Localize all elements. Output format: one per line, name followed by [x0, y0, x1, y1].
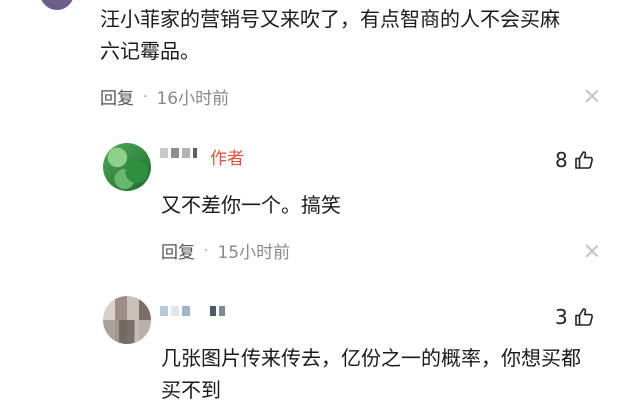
- like-count: 8: [555, 148, 568, 172]
- separator-dot: ·: [143, 88, 148, 105]
- reply-button[interactable]: 回复: [161, 238, 195, 263]
- comment-text: 几张图片传来传去，亿份之一的概率，你想买都 买不到: [161, 342, 621, 403]
- comment-meta: 回复 · 15小时前: [161, 238, 291, 264]
- comment-text: 又不差你一个。搞笑: [161, 193, 341, 217]
- comment-time: 15小时前: [217, 243, 291, 263]
- close-icon[interactable]: [585, 89, 599, 103]
- like-count: 3: [555, 305, 568, 329]
- comment-thread: 汪小菲家的营销号又来吹了，有点智商的人不会买麻 六记霉品。 回复 · 16小时前…: [0, 0, 640, 403]
- comment-meta: 回复 · 16小时前: [100, 84, 230, 110]
- avatar[interactable]: [103, 296, 151, 344]
- comment-time: 16小时前: [156, 89, 230, 109]
- comment-text: 汪小菲家的营销号又来吹了，有点智商的人不会买麻 六记霉品。: [100, 3, 620, 67]
- separator-dot: ·: [204, 242, 209, 259]
- comment-text-line: 几张图片传来传去，亿份之一的概率，你想买都: [161, 346, 581, 370]
- avatar[interactable]: [103, 143, 151, 191]
- thumbs-up-icon: [574, 308, 593, 326]
- thumbs-up-icon: [574, 151, 593, 169]
- like-button[interactable]: 8: [555, 148, 594, 172]
- like-button[interactable]: 3: [555, 305, 594, 329]
- username-pixelated[interactable]: [160, 148, 197, 158]
- comment-text-line: 六记霉品。: [100, 39, 200, 63]
- close-icon[interactable]: [585, 244, 599, 258]
- avatar[interactable]: [40, 0, 74, 10]
- reply-button[interactable]: 回复: [100, 84, 134, 109]
- comment-text-line: 买不到: [161, 378, 221, 402]
- username-pixelated[interactable]: [160, 306, 225, 316]
- comment-text-line: 汪小菲家的营销号又来吹了，有点智商的人不会买麻: [100, 7, 560, 31]
- author-badge: 作者: [210, 149, 244, 169]
